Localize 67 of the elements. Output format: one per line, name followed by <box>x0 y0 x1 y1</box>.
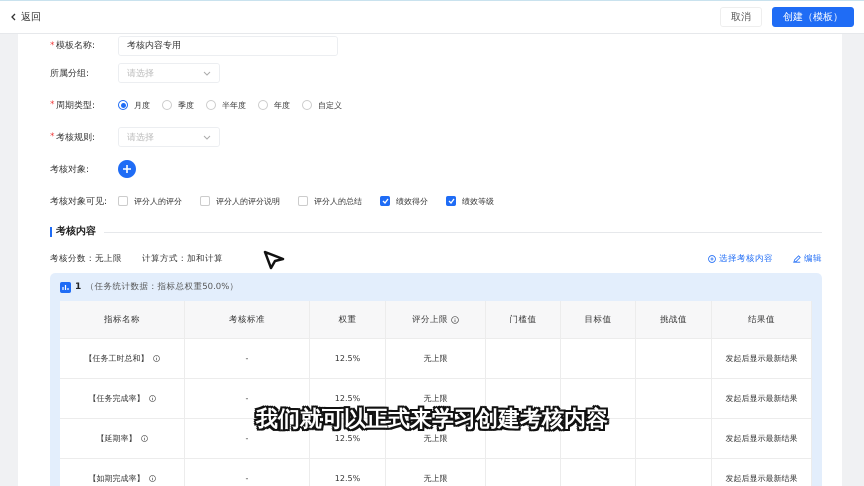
column-header: 评分上限 <box>386 301 486 339</box>
cancel-button[interactable]: 取消 <box>720 7 762 27</box>
chevron-down-icon <box>203 134 211 140</box>
table-cell: 【延期率】 <box>60 419 185 459</box>
table-cell: 12.5% <box>310 339 386 379</box>
field-label: 周期类型: <box>56 100 96 112</box>
table-cell: 发起后显示最新结果 <box>712 419 812 459</box>
name-input[interactable]: 考核内容专用 <box>118 36 338 56</box>
cursor-icon <box>263 250 285 270</box>
table-cell: 无上限 <box>386 339 486 379</box>
table-cell: 【任务工时总和】 <box>60 339 185 379</box>
table-cell: 12.5% <box>310 459 386 486</box>
table-cell: 无上限 <box>386 459 486 486</box>
checkbox-option[interactable]: 评分人的总结 <box>298 196 362 206</box>
radio-option[interactable]: 季度 <box>162 100 194 110</box>
checkbox-option[interactable]: 评分人的评分说明 <box>200 196 280 206</box>
table-cell: 发起后显示最新结果 <box>712 459 812 486</box>
field-label: 模板名称: <box>56 40 96 52</box>
table-cell: 发起后显示最新结果 <box>712 379 812 419</box>
radio-option[interactable]: 年度 <box>258 100 290 110</box>
field-label: 考核对象: <box>50 164 90 176</box>
create-button[interactable]: 创建（模板） <box>772 7 854 27</box>
table-cell: 【任务完成率】 <box>60 379 185 419</box>
checkmark-icon <box>448 198 454 204</box>
section-title: 考核内容 <box>50 227 96 237</box>
column-header: 考核标准 <box>185 301 310 339</box>
field-label: 考核对象可见: <box>50 196 108 208</box>
column-header: 挑战值 <box>636 301 712 339</box>
info-icon <box>152 355 160 362</box>
table-cell: - <box>185 339 310 379</box>
method-text: 计算方式：加和计算 <box>142 253 223 265</box>
checkbox-option[interactable]: 绩效得分 <box>380 196 428 206</box>
score-text: 考核分数：无上限 <box>50 253 122 265</box>
back-link[interactable]: 返回 <box>10 10 41 24</box>
info-icon <box>140 435 148 442</box>
edit-link[interactable]: 编辑 <box>793 253 822 265</box>
group-index: 1 <box>75 282 82 292</box>
pencil-icon <box>793 255 801 263</box>
table-cell: 发起后显示最新结果 <box>712 339 812 379</box>
chevron-left-icon <box>10 13 16 21</box>
column-header: 目标值 <box>561 301 636 339</box>
column-header: 权重 <box>310 301 386 339</box>
add-button[interactable] <box>118 160 136 178</box>
required-mark: * <box>50 40 52 50</box>
table-cell: - <box>185 459 310 486</box>
field-label: 考核规则: <box>56 132 96 144</box>
column-header: 指标名称 <box>60 301 185 339</box>
info-icon <box>148 395 156 402</box>
plus-circle-icon <box>708 255 716 263</box>
radio-option[interactable]: 自定义 <box>302 100 342 110</box>
required-mark: * <box>50 100 52 110</box>
chevron-down-icon <box>203 70 211 76</box>
group-title: （任务统计数据：指标总权重50.0%） <box>85 281 238 293</box>
select-content-link[interactable]: 选择考核内容 <box>708 253 773 265</box>
field-label: 所属分组: <box>50 68 90 80</box>
plus-icon <box>123 165 131 173</box>
checkbox-option[interactable]: 绩效等级 <box>446 196 494 206</box>
checkbox-option[interactable]: 评分人的评分 <box>118 196 182 206</box>
checkmark-icon <box>382 198 388 204</box>
column-header: 结果值 <box>712 301 812 339</box>
table-cell: 【如期完成率】 <box>60 459 185 486</box>
chart-icon <box>60 282 71 292</box>
required-mark: * <box>50 132 52 142</box>
radio-option[interactable]: 半年度 <box>206 100 246 110</box>
info-icon <box>148 475 156 482</box>
column-header: 门槛值 <box>486 301 561 339</box>
radio-option[interactable]: 月度 <box>118 100 150 110</box>
